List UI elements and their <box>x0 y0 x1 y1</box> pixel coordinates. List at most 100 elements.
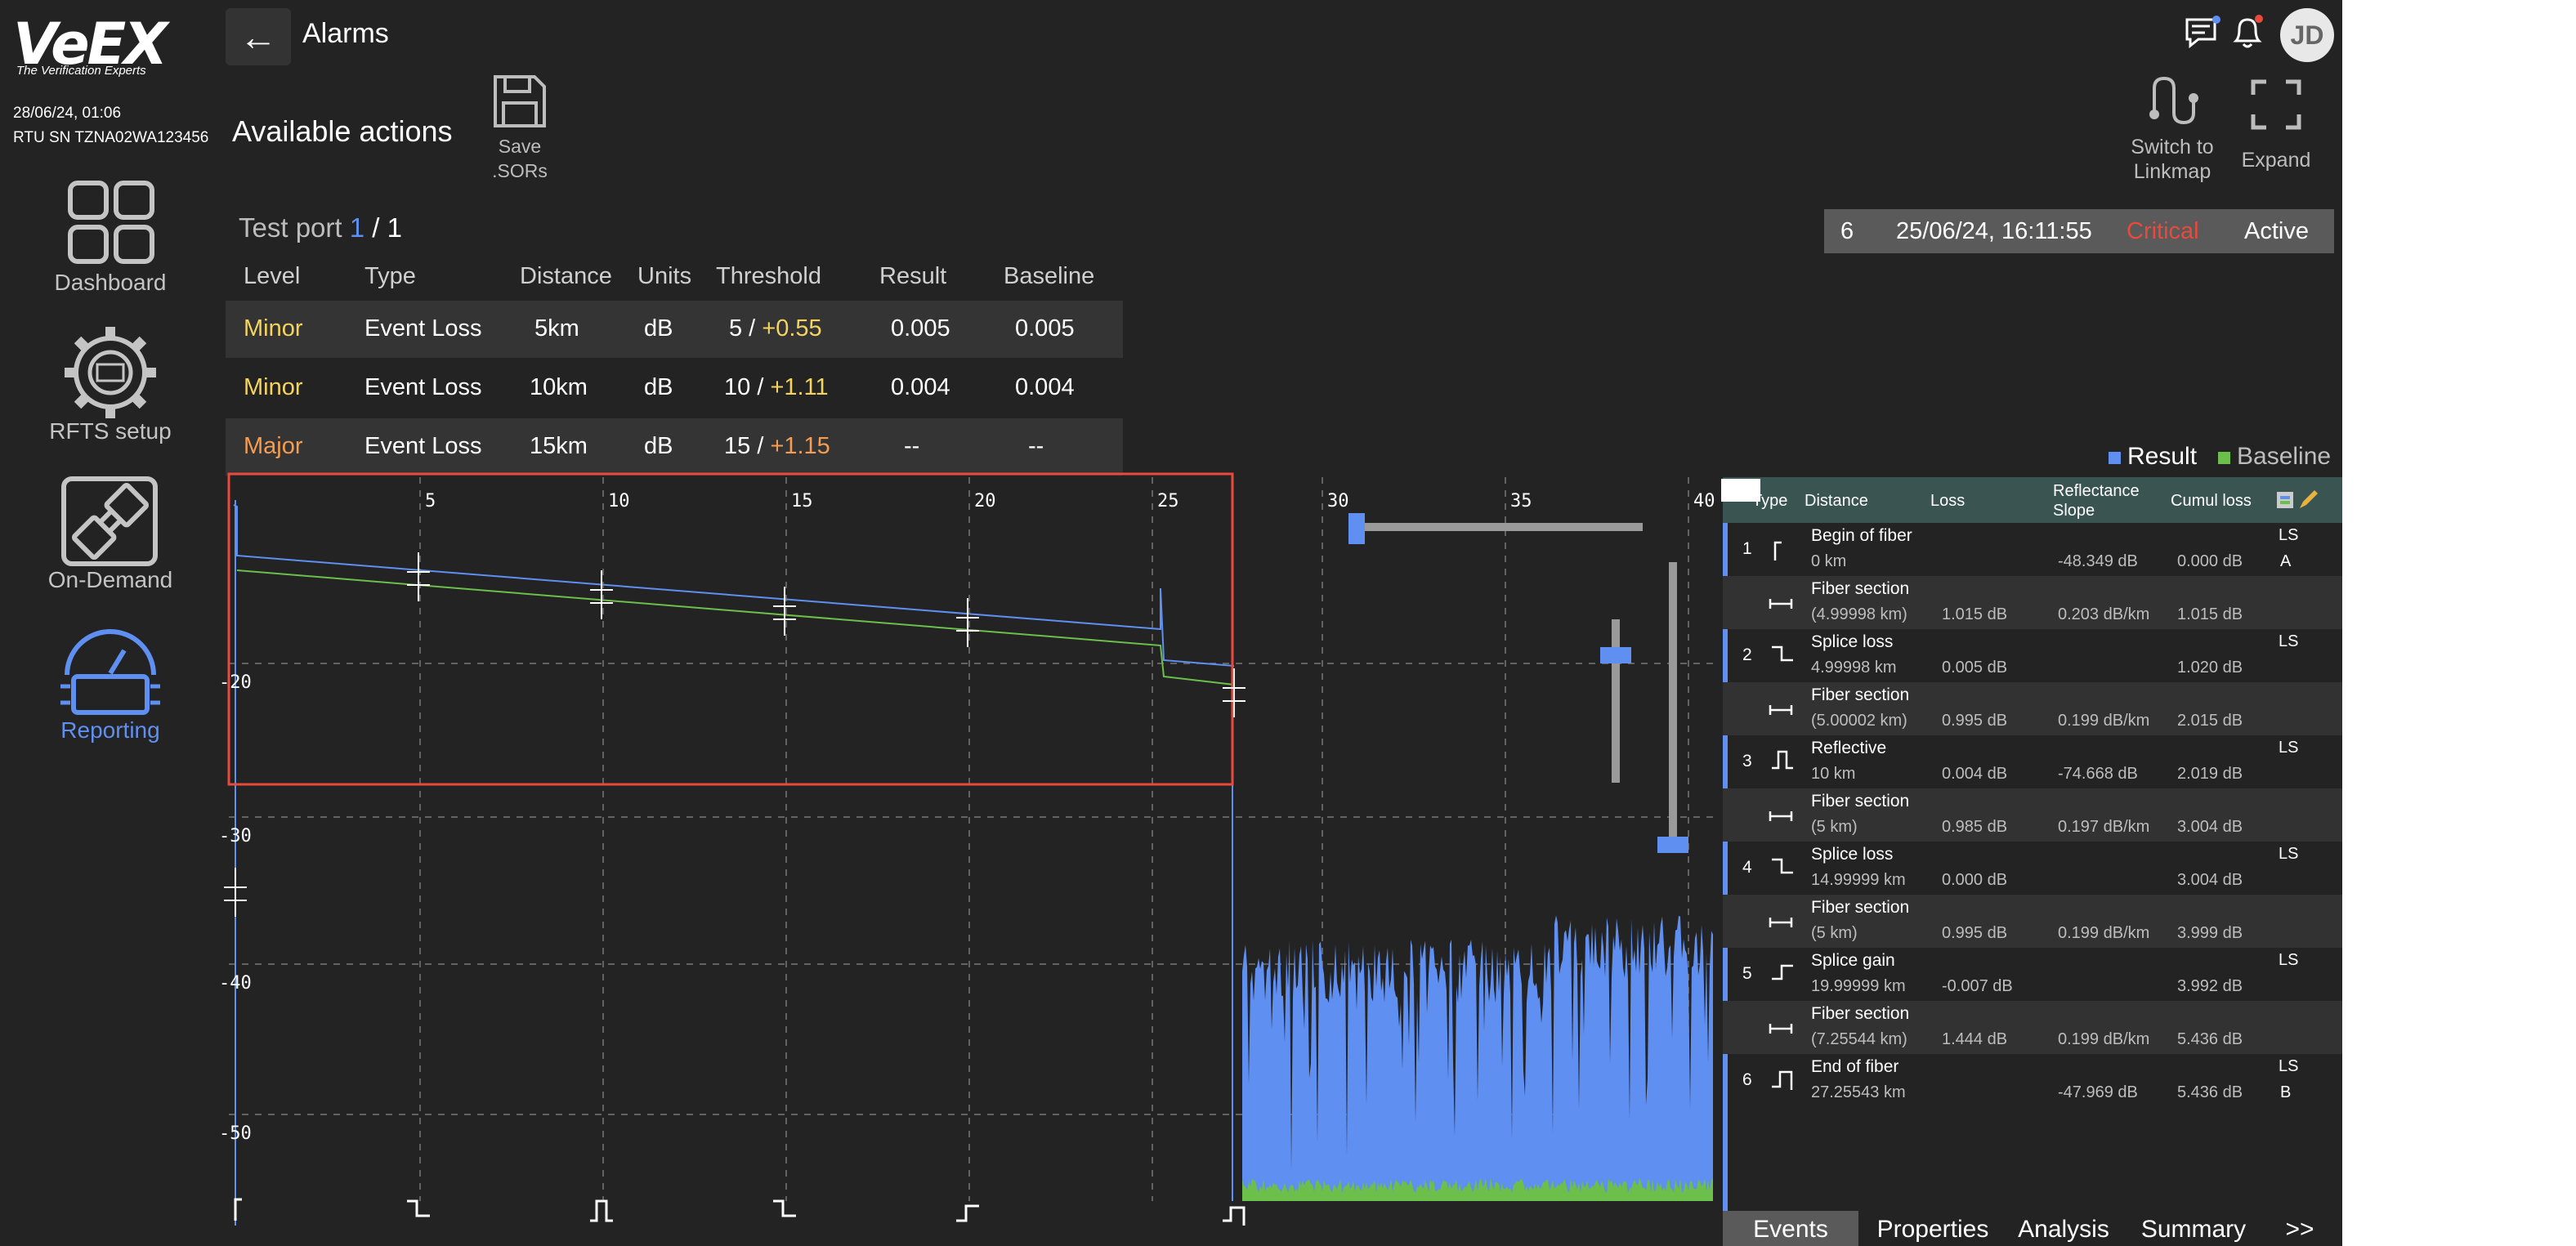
end-icon <box>1772 1070 1793 1090</box>
event-distance: (7.25544 km) <box>1811 1030 1907 1048</box>
event-row[interactable]: Fiber section (7.25544 km) 1.444 dB 0.199 d… <box>1723 1001 2342 1054</box>
event-cumul-loss: 2.015 dB <box>2177 712 2243 730</box>
tab-summary[interactable]: Summary <box>2128 1211 2259 1246</box>
event-distance: (5.00002 km) <box>1811 712 1907 730</box>
result-noise <box>1242 915 1713 1201</box>
event-cumul-loss: 3.999 dB <box>2177 924 2243 942</box>
x-tick-label: 25 <box>1157 491 1179 511</box>
event-reflectance: 0.197 dB/km <box>2058 818 2150 836</box>
horizontal-zoom-handle[interactable] <box>1348 513 1365 544</box>
tab-more[interactable]: >> <box>2275 1211 2324 1246</box>
event-marker-cross <box>590 570 613 619</box>
event-tag: LS <box>2279 526 2299 544</box>
vertical-zoom-track[interactable] <box>1612 619 1620 783</box>
event-tag: LS <box>2279 632 2299 650</box>
event-marker-cross <box>224 868 247 917</box>
y-tick-label: -20 <box>219 672 252 693</box>
event-row[interactable]: Fiber section (5.00002 km) 0.995 dB 0.199 d… <box>1723 682 2342 735</box>
event-cumul-loss: 3.004 dB <box>2177 871 2243 889</box>
zoom-window[interactable] <box>227 472 1234 786</box>
horizontal-zoom-track[interactable] <box>1352 523 1643 531</box>
event-name: Splice gain <box>1811 951 1895 970</box>
event-cumul-loss: 2.019 dB <box>2177 765 2243 783</box>
tab-events[interactable]: Events <box>1723 1211 1858 1246</box>
event-name: Fiber section <box>1811 792 1910 811</box>
event-loss: 0.005 dB <box>1942 659 2008 677</box>
zoom-sliders[interactable] <box>1348 513 1688 853</box>
event-tag: LS <box>2279 951 2299 969</box>
event-row[interactable]: 6 End of fiber 27.25543 km -47.969 dB 5.436 … <box>1723 1054 2342 1107</box>
event-row[interactable]: 4 Splice loss 14.99999 km 0.000 dB 3.004 dB L… <box>1723 842 2342 895</box>
event-row[interactable]: 1 Begin of fiber 0 km -48.349 dB 0.000 dB LS A <box>1723 523 2342 576</box>
section-icon <box>1769 918 1793 927</box>
event-index: 6 <box>1742 1070 1752 1089</box>
event-row[interactable]: Fiber section (5 km) 0.985 dB 0.197 dB/km 3.… <box>1723 788 2342 842</box>
event-name: Fiber section <box>1811 1004 1910 1023</box>
offset-handle[interactable] <box>1657 837 1688 853</box>
event-name: End of fiber <box>1811 1057 1899 1076</box>
edit-icon[interactable] <box>2275 489 2321 511</box>
tab-analysis[interactable]: Analysis <box>2006 1211 2122 1246</box>
event-type-glyph <box>234 1198 242 1221</box>
event-loss: 0.995 dB <box>1942 924 2008 942</box>
section-icon <box>1769 811 1793 821</box>
event-distance: (4.99998 km) <box>1811 605 1907 623</box>
baseline-trace <box>236 569 1235 686</box>
event-loss: 0.985 dB <box>1942 818 2008 836</box>
event-loss: 0.995 dB <box>1942 712 2008 730</box>
event-reflectance: -47.969 dB <box>2058 1083 2138 1101</box>
event-distance: 4.99998 km <box>1811 659 1897 677</box>
y-tick-label: -50 <box>219 1123 252 1144</box>
event-index: 5 <box>1742 964 1752 983</box>
event-index: 1 <box>1742 539 1752 558</box>
events-tabs: Events Properties Analysis Summary >> <box>1723 1211 2342 1246</box>
event-cumul-loss: 1.015 dB <box>2177 605 2243 623</box>
event-distance: 27.25543 km <box>1811 1083 1906 1101</box>
event-cumul-loss: 3.992 dB <box>2177 977 2243 995</box>
event-name: Fiber section <box>1811 686 1910 704</box>
alarms-screen: VeEX The Verification Experts 28/06/24, … <box>0 0 2342 1246</box>
event-loss: -0.007 dB <box>1942 977 2013 995</box>
events-panel: Type Distance Loss Reflectance Slope Cum… <box>1721 477 2342 1246</box>
event-type-glyph <box>407 1199 430 1217</box>
event-row[interactable]: 3 Reflective 10 km 0.004 dB -74.668 dB 2.019 … <box>1723 735 2342 788</box>
y-tick-label: -40 <box>219 973 252 994</box>
y-tick-label: -30 <box>219 826 252 846</box>
event-markers <box>224 552 1246 1226</box>
ev-col-reflectance: Reflectance <box>2053 482 2140 500</box>
event-distance: 0 km <box>1811 552 1847 570</box>
event-reflectance: 0.199 dB/km <box>2058 1030 2150 1048</box>
event-name: Splice loss <box>1811 845 1894 864</box>
ev-col-slope: Slope <box>2053 502 2095 520</box>
event-name: Splice loss <box>1811 632 1894 651</box>
offset-track[interactable] <box>1669 562 1677 850</box>
event-loss: 1.444 dB <box>1942 1030 2008 1048</box>
event-reflectance: -48.349 dB <box>2058 552 2138 570</box>
x-tick-label: 20 <box>974 491 996 511</box>
x-tick-label: 40 <box>1693 491 1715 511</box>
tab-properties[interactable]: Properties <box>1863 1211 2002 1246</box>
event-marker-cross <box>956 598 979 647</box>
x-tick-label: 5 <box>425 491 436 511</box>
event-loss: 0.004 dB <box>1942 765 2008 783</box>
event-row[interactable]: Fiber section (4.99998 km) 1.015 dB 0.203 d… <box>1723 576 2342 629</box>
x-tick-label: 35 <box>1510 491 1532 511</box>
noise-floor <box>1242 915 1713 1201</box>
result-trace <box>233 504 1235 667</box>
event-row[interactable]: 2 Splice loss 4.99998 km 0.005 dB 1.020 dB LS <box>1723 629 2342 682</box>
events-header: Type Distance Loss Reflectance Slope Cum… <box>1723 477 2342 523</box>
event-cumul-loss: 3.004 dB <box>2177 818 2243 836</box>
splice-gain-icon <box>1772 964 1793 980</box>
trace-lines <box>227 472 1235 1201</box>
event-marker: B <box>2280 1083 2292 1101</box>
corner-box <box>1721 479 1760 502</box>
event-marker: A <box>2280 552 2292 570</box>
event-row[interactable]: 5 Splice gain 19.99999 km -0.007 dB 3.992 dB… <box>1723 948 2342 1001</box>
event-name: Reflective <box>1811 739 1887 757</box>
event-row[interactable]: Fiber section (5 km) 0.995 dB 0.199 dB/km 3.… <box>1723 895 2342 948</box>
event-distance: 19.99999 km <box>1811 977 1906 995</box>
event-name: Fiber section <box>1811 579 1910 598</box>
vertical-zoom-handle[interactable] <box>1600 647 1631 663</box>
begin-icon <box>1773 541 1782 560</box>
event-distance: (5 km) <box>1811 924 1858 942</box>
